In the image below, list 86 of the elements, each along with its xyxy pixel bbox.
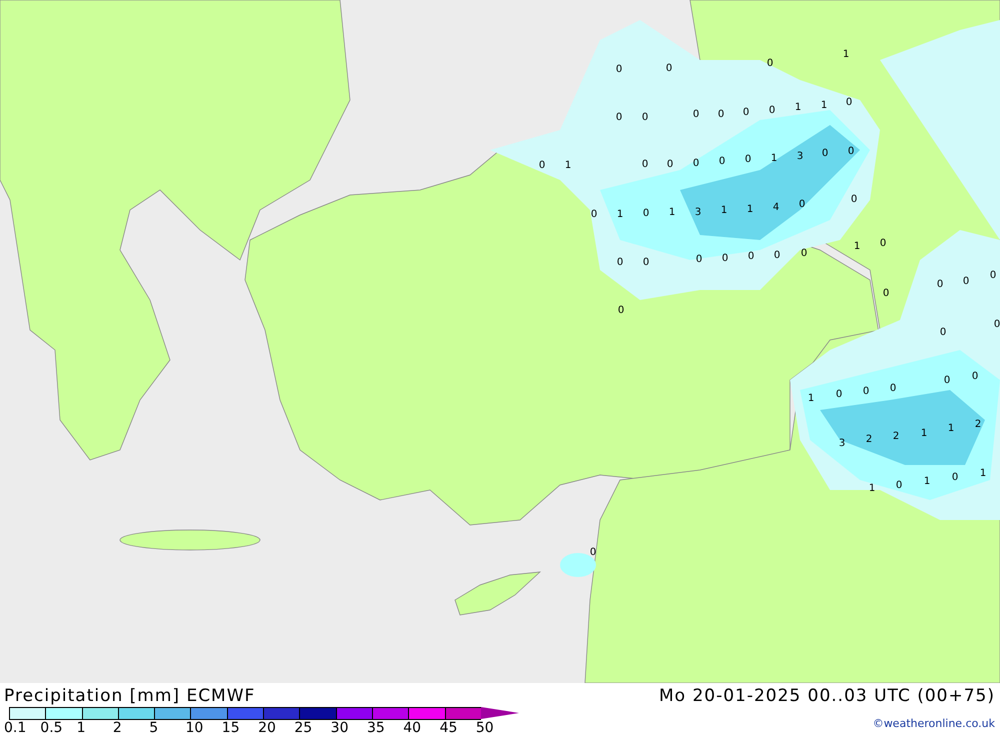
precipitation-value: 0 <box>862 386 870 397</box>
precipitation-value: 1 <box>794 102 802 113</box>
precipitation-value: 0 <box>692 158 700 169</box>
precipitation-value: 1 <box>920 428 928 439</box>
precipitation-value: 0 <box>944 375 950 386</box>
precipitation-value: 0 <box>642 112 648 123</box>
legend-tick-label: 2 <box>112 720 123 733</box>
precipitation-value: 3 <box>796 151 804 162</box>
precipitation-value: 0 <box>880 238 886 249</box>
precipitation-value: 0 <box>882 288 890 299</box>
precipitation-value: 3 <box>694 207 702 218</box>
precipitation-value: 1 <box>948 423 954 434</box>
precipitation-value: 2 <box>892 431 900 442</box>
legend-tick-label: 50 <box>476 720 495 733</box>
legend-tick-label: 40 <box>403 720 422 733</box>
precipitation-value: 0 <box>800 248 808 259</box>
precipitation-value: 0 <box>940 327 946 338</box>
precipitation-value: 1 <box>808 393 814 404</box>
precipitation-value: 0 <box>718 109 724 120</box>
precipitation-value: 0 <box>768 105 776 116</box>
precipitation-value: 0 <box>718 156 726 167</box>
precipitation-value: 0 <box>936 279 944 290</box>
precipitation-value: 0 <box>744 154 752 165</box>
precipitation-value: 0 <box>590 209 598 220</box>
precipitation-value: 0 <box>538 160 546 171</box>
precipitation-value: 0 <box>798 199 806 210</box>
precipitation-value: 2 <box>974 419 982 430</box>
precipitation-value: 0 <box>748 251 754 262</box>
precipitation-value: 0 <box>890 383 896 394</box>
credit-text: ©weatheronline.co.uk <box>872 717 995 730</box>
precipitation-value: 0 <box>848 146 854 157</box>
legend-tick-label: 30 <box>330 720 350 733</box>
legend-tick-label: 1 <box>76 720 87 733</box>
precipitation-value: 1 <box>820 100 828 111</box>
precipitation-value: 0 <box>766 58 774 69</box>
precipitation-value: 1 <box>564 160 572 171</box>
legend-tick-label: 20 <box>258 720 277 733</box>
legend-tick-label: 15 <box>222 720 241 733</box>
precipitation-value: 0 <box>722 253 728 264</box>
legend-title: Precipitation [mm] ECMWF <box>4 685 256 707</box>
precipitation-value: 0 <box>692 109 700 120</box>
precipitation-value: 3 <box>838 438 846 449</box>
precipitation-value: 0 <box>616 257 624 268</box>
precipitation-value: 0 <box>618 305 624 316</box>
precipitation-value: 1 <box>868 483 876 494</box>
precipitation-value: 0 <box>642 257 650 268</box>
precipitation-value: 0 <box>642 208 650 219</box>
precipitation-value: 1 <box>616 209 624 220</box>
precipitation-value: 0 <box>742 107 750 118</box>
precipitation-value: 0 <box>896 480 902 491</box>
legend-tick-label: 10 <box>185 720 204 733</box>
precipitation-value: 0 <box>616 112 622 123</box>
precipitation-value: 0 <box>962 276 970 287</box>
precipitation-value: 1 <box>924 476 930 487</box>
precipitation-value: 1 <box>770 153 778 164</box>
precipitation-value: 0 <box>846 97 852 108</box>
precipitation-value: 0 <box>952 472 958 483</box>
precipitation-value: 0 <box>774 250 780 261</box>
legend-tick-label: 25 <box>294 720 314 733</box>
precipitation-value: 0 <box>972 371 978 382</box>
precipitation-value: 1 <box>720 205 728 216</box>
precipitation-value: 0 <box>822 148 828 159</box>
precipitation-value: 1 <box>980 468 986 479</box>
precipitation-value: 0 <box>994 319 1000 330</box>
precipitation-value: 2 <box>866 434 872 445</box>
legend-tick-label: 0.5 <box>40 720 64 733</box>
precipitation-value: 1 <box>842 49 850 60</box>
precipitation-value: 0 <box>616 64 622 75</box>
precipitation-value: 0 <box>850 194 858 205</box>
legend-arrow <box>480 707 519 719</box>
precipitation-value: 0 <box>836 389 842 400</box>
legend-tick-label: 5 <box>149 720 160 733</box>
precipitation-value: 0 <box>590 547 596 558</box>
legend-tick-label: 45 <box>440 720 458 733</box>
legend-tick-label: 0.1 <box>4 720 28 733</box>
precipitation-value: 0 <box>666 63 672 74</box>
precipitation-value: 0 <box>990 270 996 281</box>
precipitation-value: 0 <box>696 254 702 265</box>
precipitation-value: 4 <box>772 202 780 213</box>
precipitation-value: 1 <box>746 204 754 215</box>
legend-tick-label: 35 <box>366 720 386 733</box>
precipitation-value: 0 <box>642 159 648 170</box>
precipitation-value: 1 <box>668 207 676 218</box>
forecast-time: Mo 20-01-2025 00..03 UTC (00+75) <box>658 685 995 707</box>
precipitation-value: 1 <box>854 241 860 252</box>
precipitation-value: 0 <box>666 159 674 170</box>
